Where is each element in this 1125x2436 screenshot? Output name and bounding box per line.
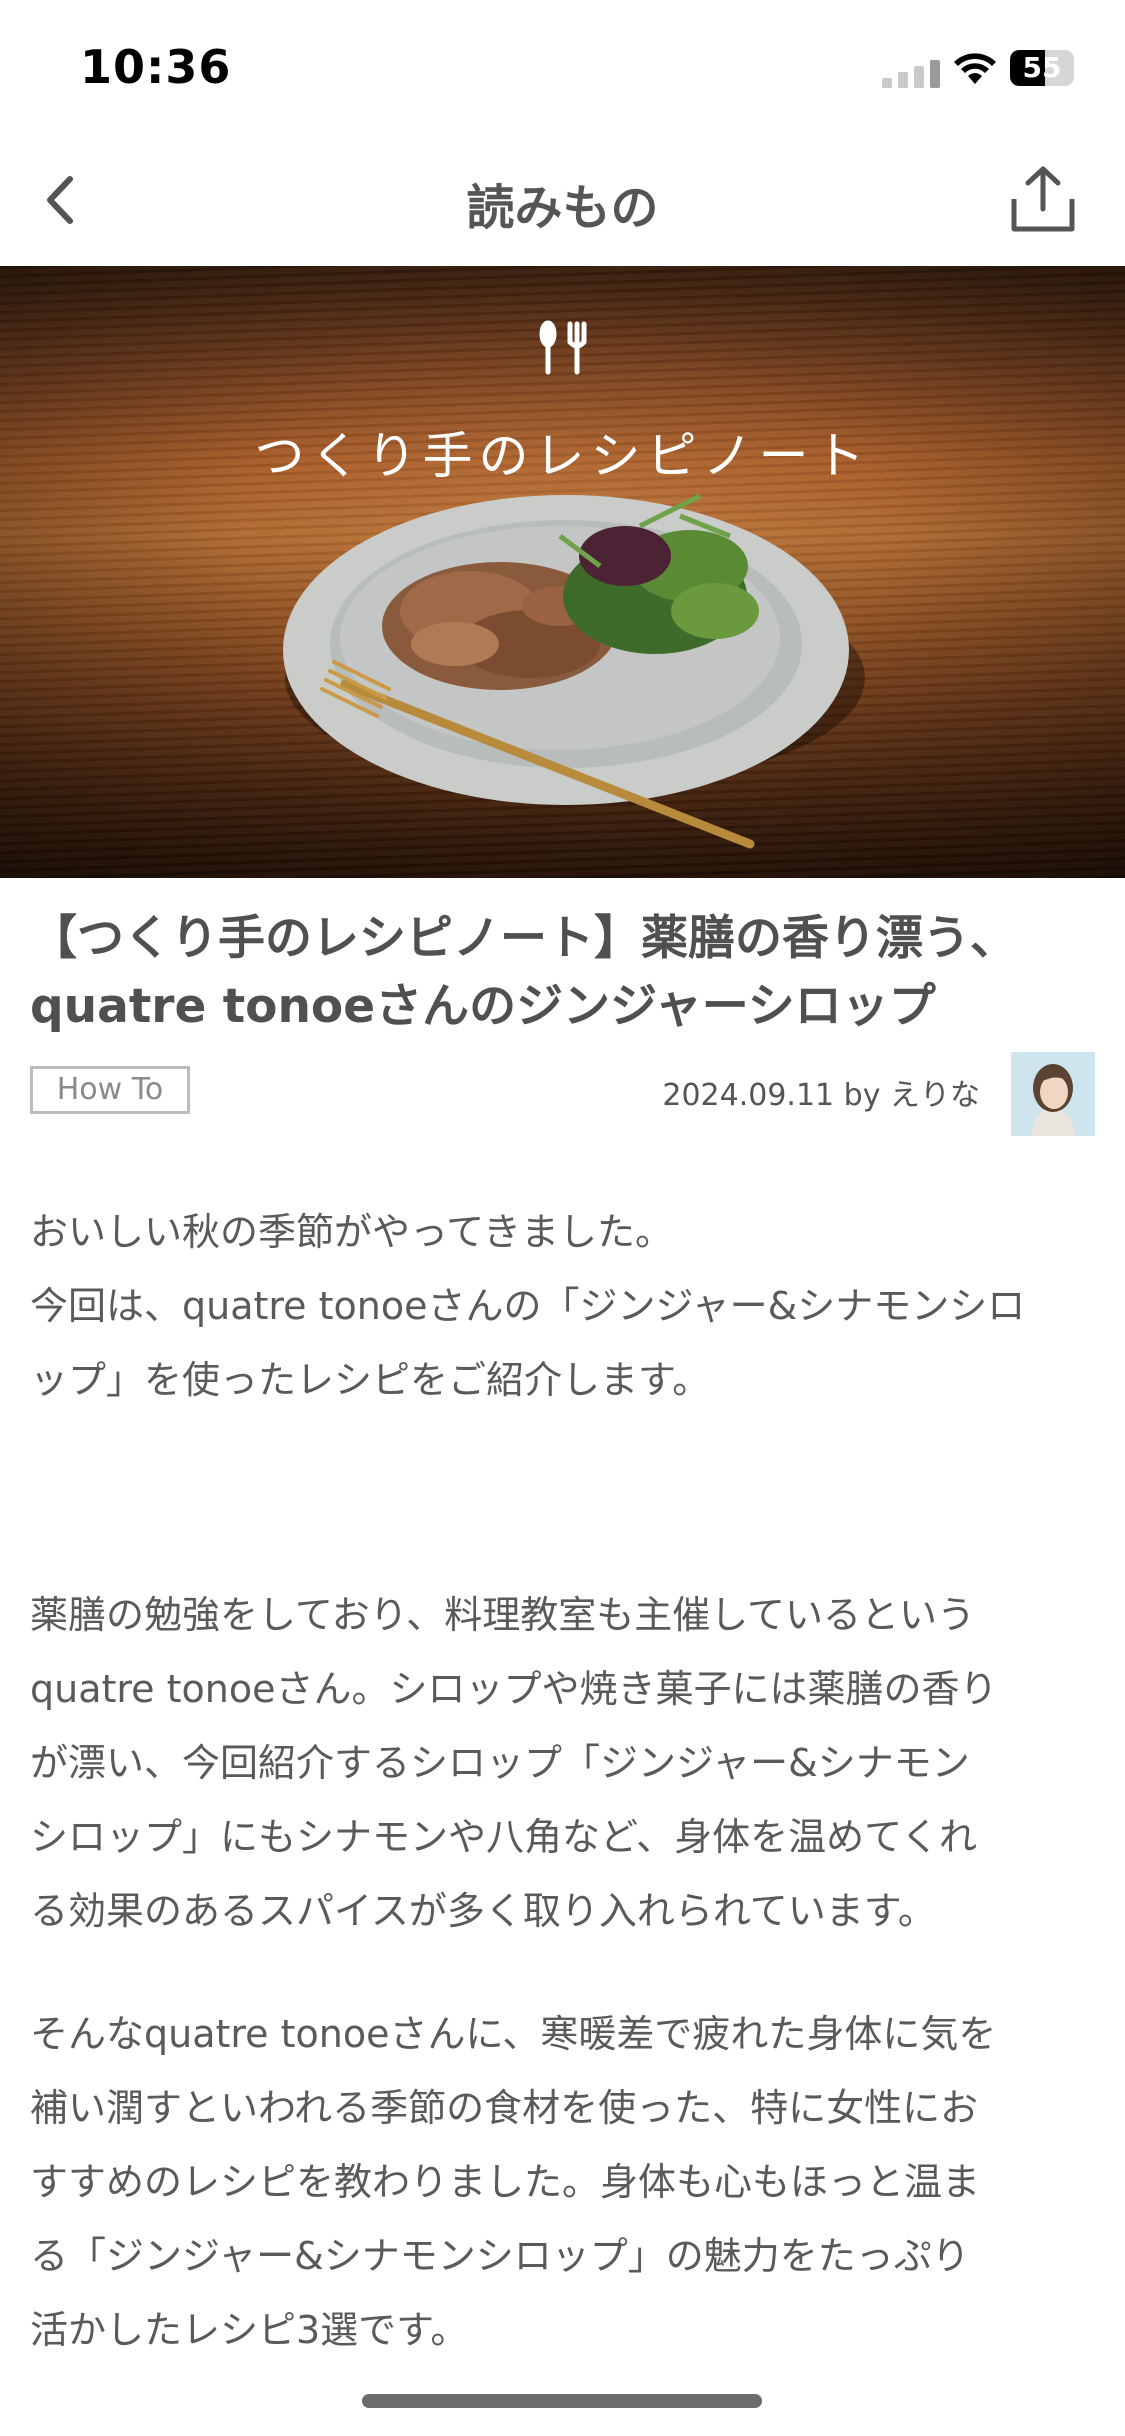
paragraph-line: が漂い、今回紹介するシロップ「ジンジャー&シナモン [30,1741,970,1785]
plate-illustration [283,320,865,849]
article-title: 【つくり手のレシピノート】薬膳の香り漂う、 quatre tonoeさんのジンジ… [30,905,1090,1041]
battery-icon: 55 [1010,50,1074,86]
hero-image: つくり手のレシピノート [0,266,1125,878]
paragraph-line: すすめのレシピを教わりました。身体も心もほっと温ま [30,2160,981,2204]
paragraph-line: quatre tonoeさん。シロップや焼き菓子には薬膳の香り [30,1667,998,1711]
paragraph-line: おいしい秋の季節がやってきました。 [30,1210,673,1254]
article-title-line: 【つくり手のレシピノート】薬膳の香り漂う、 [30,911,1017,966]
paragraph-line: 活かしたレシピ3選です。 [30,2308,469,2352]
wifi-icon [954,53,996,84]
paragraph-line: 補い潤すといわれる季節の食材を使った、特に女性にお [30,2086,979,2130]
page-title: 読みもの [466,180,659,236]
paragraph-recipes: そんなquatre tonoeさんに、寒暖差で疲れた身体に気を 補い潤すといわれ… [30,1997,1100,2367]
paragraph-intro: おいしい秋の季節がやってきました。 今回は、quatre tonoeさんの「ジン… [30,1195,1100,1417]
paragraph-line: 薬膳の勉強をしており、料理教室も主催しているという [30,1593,976,1637]
share-button[interactable] [1005,162,1081,238]
category-tag[interactable]: How To [30,1066,190,1114]
paragraph-line: シロップ」にもシナモンや八角など、身体を温めてくれ [30,1815,977,1859]
share-icon [1011,166,1075,232]
battery-level: 55 [1022,51,1062,84]
paragraph-about: 薬膳の勉強をしており、料理教室も主催しているという quatre tonoeさん… [30,1578,1100,1948]
nav-header: 読みもの [0,140,1125,266]
author-avatar-image [1011,1052,1095,1136]
article-title-line: quatre tonoeさんのジンジャーシロップ [30,979,936,1034]
home-indicator[interactable] [362,2394,762,2408]
cellular-signal-icon [882,58,940,88]
paragraph-line: ップ」を使ったレシピをご紹介します。 [30,1358,711,1402]
hero-caption: つくり手のレシピノート [254,427,871,485]
paragraph-line: る「ジンジャー&シナモンシロップ」の魅力をたっぷり [30,2234,970,2278]
paragraph-line: る効果のあるスパイスが多く取り入れられています。 [30,1889,936,1933]
paragraph-line: そんなquatre tonoeさんに、寒暖差で疲れた身体に気を [30,2012,997,2056]
paragraph-line: 今回は、quatre tonoeさんの「ジンジャー&シナモンシロ [30,1284,1026,1328]
utensils-icon [539,320,587,375]
status-time: 10:36 [80,40,232,94]
author-avatar[interactable] [1011,1052,1095,1136]
status-bar: 10:36 55 [0,0,1125,140]
article-meta: 2024.09.11 by えりな [662,1078,980,1113]
